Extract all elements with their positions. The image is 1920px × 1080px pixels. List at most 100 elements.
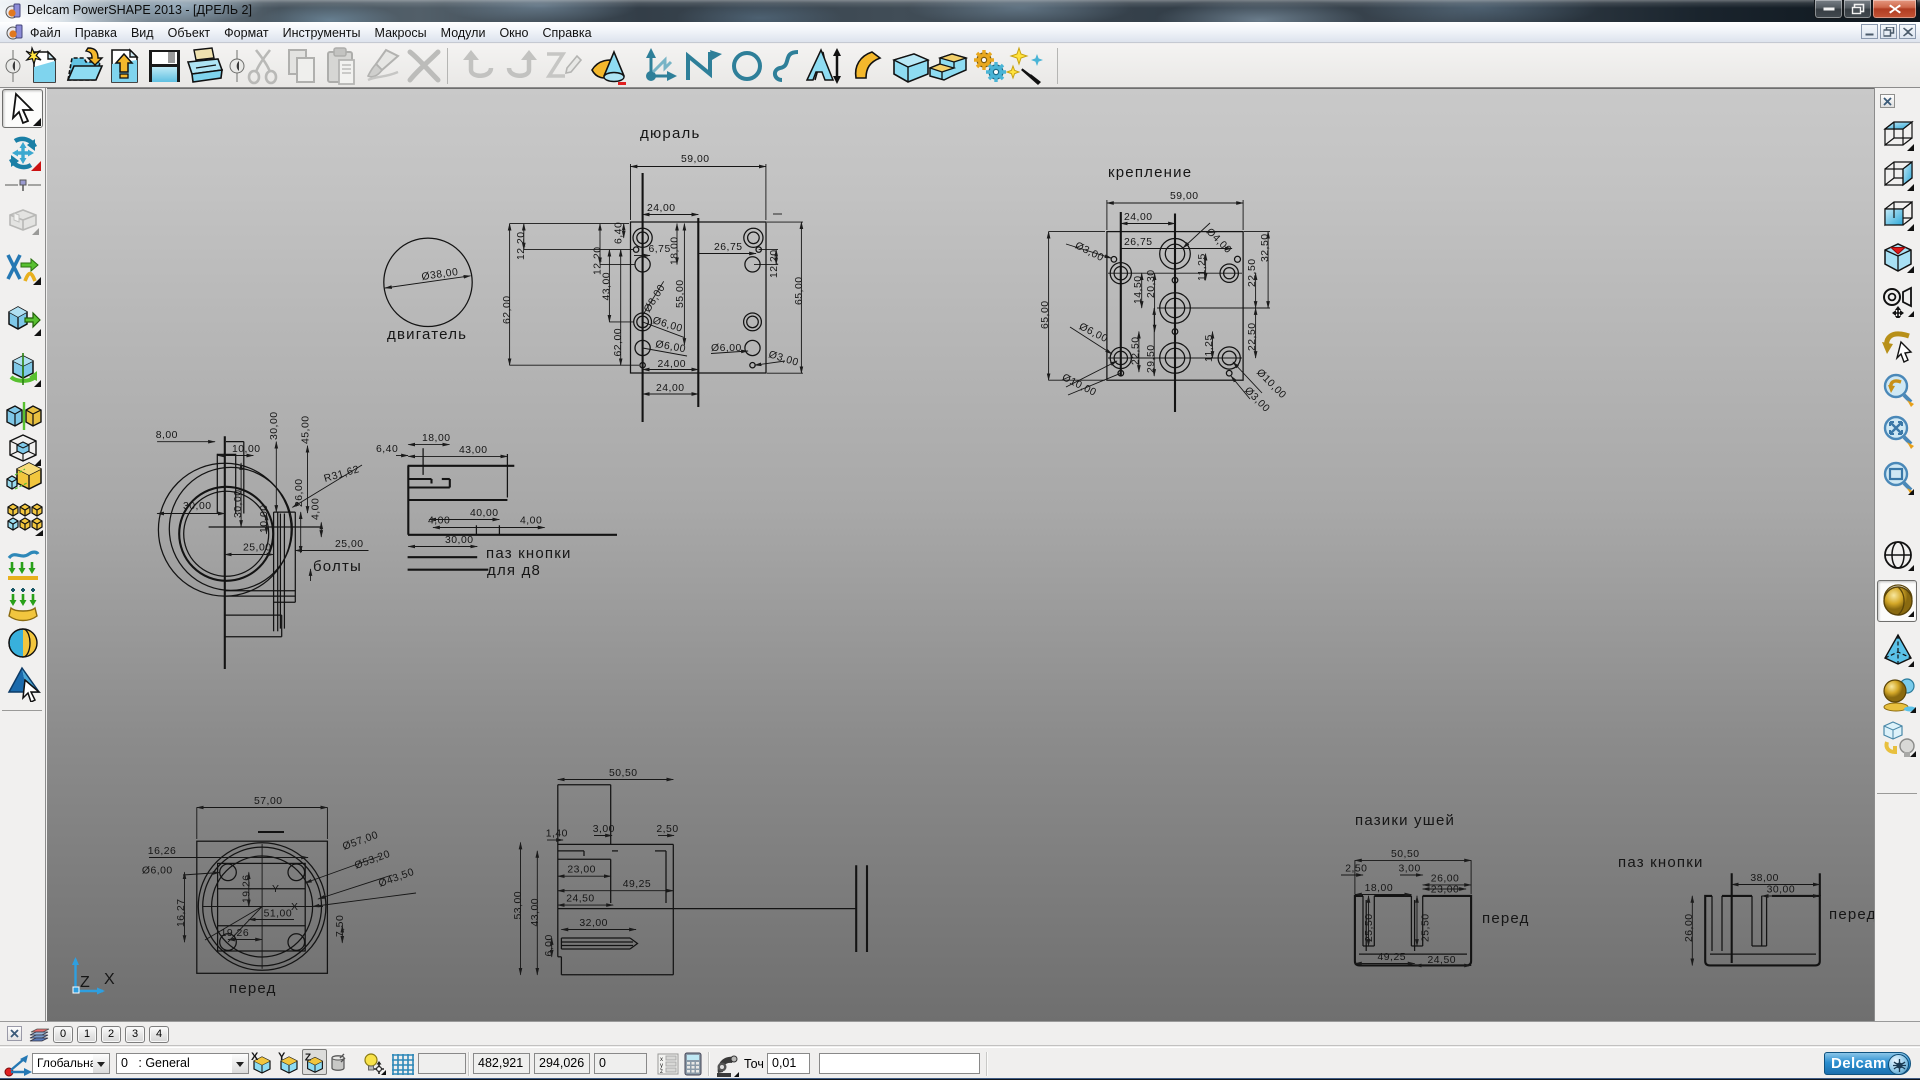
- svg-text:53,00: 53,00: [513, 891, 524, 920]
- svg-text:2,50: 2,50: [656, 824, 678, 835]
- svg-text:1,40: 1,40: [546, 829, 568, 840]
- svg-text:Ø6,00: Ø6,00: [651, 315, 684, 335]
- svg-text:50,50: 50,50: [609, 768, 638, 779]
- svg-text:Z: Z: [305, 1052, 312, 1063]
- svg-text:45,00: 45,00: [301, 415, 312, 444]
- svg-text:49,25: 49,25: [623, 879, 652, 890]
- svg-text:57,00: 57,00: [254, 796, 283, 807]
- svg-text:4,00: 4,00: [520, 516, 542, 527]
- svg-text:перед: перед: [229, 980, 277, 997]
- svg-text:32,00: 32,00: [579, 918, 608, 929]
- svg-text:Y: Y: [272, 884, 279, 895]
- svg-text:болты: болты: [313, 558, 362, 575]
- svg-text:19,26: 19,26: [242, 874, 253, 903]
- svg-text:Ø43,50: Ø43,50: [377, 867, 416, 890]
- svg-text:Ø4,00: Ø4,00: [1204, 226, 1234, 256]
- svg-text:65,00: 65,00: [794, 276, 805, 305]
- svg-text:пазики ушей: пазики ушей: [1355, 812, 1455, 829]
- svg-text:z: z: [660, 1069, 664, 1075]
- svg-text:16,26: 16,26: [148, 846, 177, 857]
- svg-text:Ø6,00: Ø6,00: [142, 865, 173, 876]
- svg-text:X: X: [291, 902, 298, 913]
- svg-text:26,00: 26,00: [1431, 873, 1460, 884]
- svg-text:50,50: 50,50: [1391, 849, 1420, 860]
- svg-text:11,25: 11,25: [1197, 253, 1208, 281]
- svg-text:Ø3,00: Ø3,00: [1242, 385, 1272, 415]
- svg-text:12,20: 12,20: [769, 249, 780, 278]
- svg-text:6,40: 6,40: [614, 222, 625, 244]
- svg-text:Ø53,20: Ø53,20: [353, 849, 392, 872]
- svg-text:59,00: 59,00: [681, 154, 710, 165]
- svg-text:Y: Y: [278, 1051, 286, 1063]
- svg-text:Z: Z: [80, 974, 90, 991]
- svg-text:для д8: для д8: [487, 562, 541, 579]
- svg-text:11,25: 11,25: [1204, 334, 1215, 362]
- svg-text:10,00: 10,00: [259, 504, 270, 533]
- svg-text:24,00: 24,00: [1124, 212, 1153, 223]
- svg-text:29,50: 29,50: [1146, 344, 1157, 373]
- svg-text:X: X: [251, 1051, 259, 1063]
- svg-text:6,75: 6,75: [649, 244, 671, 255]
- svg-text:22,50: 22,50: [1131, 336, 1142, 365]
- svg-text:25,00: 25,00: [243, 543, 272, 554]
- svg-text:62,00: 62,00: [613, 328, 624, 357]
- svg-text:24,00: 24,00: [656, 383, 685, 394]
- svg-text:перед: перед: [1829, 906, 1874, 923]
- svg-text:24,00: 24,00: [658, 359, 687, 370]
- svg-text:20,30: 20,30: [1146, 269, 1157, 298]
- svg-text:крепление: крепление: [1108, 164, 1192, 181]
- svg-text:30,00: 30,00: [269, 411, 280, 440]
- svg-text:Ø57,00: Ø57,00: [341, 830, 380, 853]
- svg-text:16,27: 16,27: [176, 898, 187, 927]
- svg-text:Ø3,00: Ø3,00: [767, 349, 800, 369]
- svg-text:23,00: 23,00: [567, 865, 596, 876]
- svg-text:25,50: 25,50: [1421, 913, 1432, 942]
- svg-text:30,00: 30,00: [445, 535, 474, 546]
- svg-text:24,50: 24,50: [566, 894, 595, 905]
- svg-text:22,50: 22,50: [1247, 322, 1258, 351]
- svg-text:40,00: 40,00: [470, 508, 499, 519]
- svg-text:18,00: 18,00: [670, 236, 681, 265]
- svg-text:14,50: 14,50: [1133, 275, 1144, 304]
- svg-text:26,00: 26,00: [1684, 913, 1695, 942]
- svg-text:18,00: 18,00: [1365, 883, 1394, 894]
- svg-text:59,00: 59,00: [1170, 191, 1199, 202]
- svg-text:8,00: 8,00: [156, 430, 178, 441]
- svg-text:6,40: 6,40: [376, 444, 398, 455]
- svg-text:51,00: 51,00: [264, 909, 293, 920]
- svg-text:30,00: 30,00: [233, 489, 244, 518]
- svg-text:паз кнопки: паз кнопки: [1618, 854, 1704, 871]
- svg-text:26,75: 26,75: [714, 242, 743, 253]
- svg-text:26,75: 26,75: [1124, 237, 1153, 248]
- svg-text:4,00: 4,00: [428, 516, 450, 527]
- svg-text:12,20: 12,20: [516, 231, 527, 260]
- svg-text:19,26: 19,26: [221, 928, 250, 939]
- svg-text:перед: перед: [1482, 910, 1530, 927]
- svg-text:22,50: 22,50: [1247, 258, 1258, 287]
- svg-text:3,00: 3,00: [593, 824, 615, 835]
- svg-text:Ø3,00: Ø3,00: [1073, 240, 1105, 264]
- svg-text:43,00: 43,00: [530, 898, 541, 927]
- svg-text:25,50: 25,50: [1364, 913, 1375, 942]
- svg-text:25,00: 25,00: [335, 539, 364, 550]
- svg-text:43,00: 43,00: [459, 445, 488, 456]
- svg-text:30,00: 30,00: [183, 501, 212, 512]
- svg-text:49,25: 49,25: [1378, 952, 1407, 963]
- svg-text:3,00: 3,00: [1399, 864, 1421, 875]
- svg-text:24,00: 24,00: [647, 203, 676, 214]
- svg-text:43,00: 43,00: [602, 272, 613, 301]
- svg-text:10,00: 10,00: [232, 444, 261, 455]
- svg-text:R31,62: R31,62: [323, 464, 361, 485]
- svg-text:X: X: [104, 971, 115, 988]
- svg-text:62,00: 62,00: [502, 295, 513, 324]
- svg-text:23,00: 23,00: [1431, 885, 1460, 896]
- svg-text:паз кнопки: паз кнопки: [486, 545, 572, 562]
- svg-text:4,00: 4,00: [311, 498, 322, 520]
- svg-text:18,00: 18,00: [422, 433, 451, 444]
- svg-text:дюраль: дюраль: [640, 125, 700, 142]
- svg-text:24,50: 24,50: [1428, 955, 1457, 966]
- svg-text:2,50: 2,50: [1345, 864, 1367, 875]
- svg-text:двигатель: двигатель: [387, 326, 467, 343]
- svg-text:6,00: 6,00: [544, 934, 555, 956]
- svg-text:65,00: 65,00: [1040, 300, 1051, 329]
